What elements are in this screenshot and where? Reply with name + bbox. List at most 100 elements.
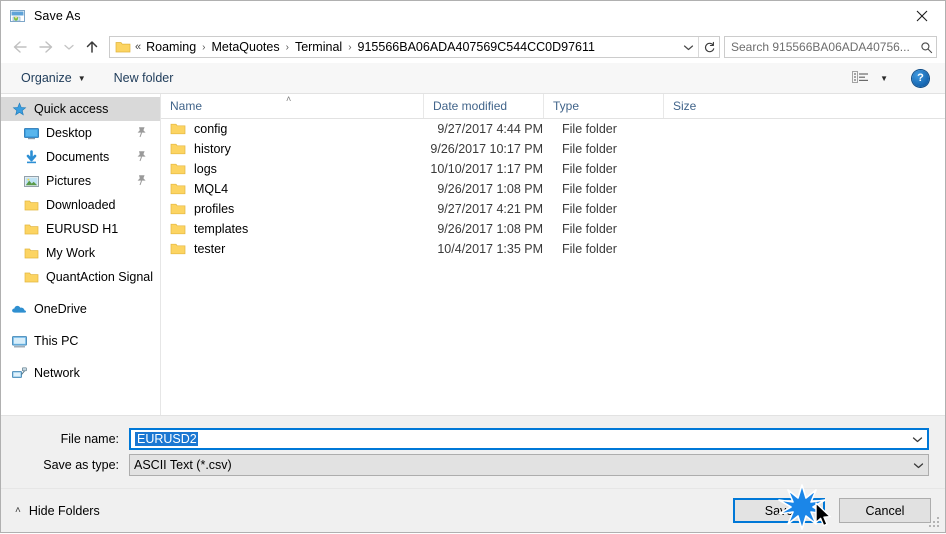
file-name-cell: config <box>161 122 423 136</box>
breadcrumb-overflow[interactable]: « <box>135 41 143 53</box>
file-name-label: File name: <box>60 432 119 446</box>
column-header-type[interactable]: Type <box>543 94 663 118</box>
pin-icon <box>136 174 148 188</box>
desktop-icon <box>23 125 39 141</box>
view-options-button[interactable]: ▼ <box>846 68 894 89</box>
file-name-cell: MQL4 <box>161 182 423 196</box>
column-header-label: Date modified <box>433 99 508 113</box>
breadcrumb-separator[interactable]: › <box>283 42 292 53</box>
sidebar-item-pictures[interactable]: Pictures <box>1 169 160 193</box>
column-header-name[interactable]: Name ˄ <box>161 94 423 118</box>
sidebar-item-label: OneDrive <box>34 302 87 316</box>
breadcrumb-item-instance[interactable]: 915566BA06ADA407569C544CC0D97611 <box>355 40 598 54</box>
navigation-pane: Quick access Desktop Documents Pictures … <box>1 94 161 415</box>
save-form: File name: EURUSD2 Save as type: ASCII T… <box>1 416 945 488</box>
file-type-cell: File folder <box>562 122 617 136</box>
dialog-footer: ˄ Hide Folders Save Cancel <box>1 488 945 532</box>
hide-folders-button[interactable]: ˄ Hide Folders <box>11 500 104 522</box>
table-row[interactable]: profiles 9/27/2017 4:21 PM File folder <box>161 199 945 219</box>
new-folder-button[interactable]: New folder <box>108 68 180 88</box>
save-as-type-label: Save as type: <box>43 458 119 472</box>
file-name-label: MQL4 <box>194 182 229 196</box>
file-name-row: File name: EURUSD2 <box>17 428 929 450</box>
table-row[interactable]: history 9/26/2017 10:17 PM File folder <box>161 139 945 159</box>
column-headers: Name ˄ Date modified Type Size <box>161 94 945 119</box>
save-as-dialog: Save As « Roaming › MetaQuotes › Termina… <box>0 0 946 533</box>
save-as-type-row: Save as type: ASCII Text (*.csv) <box>17 454 929 476</box>
table-row[interactable]: config 9/27/2017 4:44 PM File folder <box>161 119 945 139</box>
breadcrumb-item-terminal[interactable]: Terminal <box>292 40 345 54</box>
sidebar-item-onedrive[interactable]: OneDrive <box>1 297 160 321</box>
refresh-icon[interactable] <box>699 37 719 57</box>
sidebar-item-downloaded[interactable]: Downloaded <box>1 193 160 217</box>
sidebar-item-quick-access[interactable]: Quick access <box>1 97 160 121</box>
chevron-down-icon: ▼ <box>77 73 86 83</box>
file-name-input[interactable]: EURUSD2 <box>129 428 929 450</box>
folder-icon <box>170 142 186 156</box>
breadcrumb[interactable]: « Roaming › MetaQuotes › Terminal › 9155… <box>135 40 678 54</box>
file-list-pane: Name ˄ Date modified Type Size config 9/… <box>161 94 945 415</box>
sidebar-item-quantaction-signal[interactable]: QuantAction Signal <box>1 265 160 289</box>
close-icon[interactable] <box>899 1 945 31</box>
file-type-cell: File folder <box>562 182 617 196</box>
breadcrumb-separator[interactable]: › <box>199 42 208 53</box>
chevron-down-icon[interactable] <box>908 461 928 470</box>
address-bar[interactable]: « Roaming › MetaQuotes › Terminal › 9155… <box>109 36 720 58</box>
table-row[interactable]: templates 9/26/2017 1:08 PM File folder <box>161 219 945 239</box>
chevron-down-icon[interactable] <box>907 435 927 444</box>
file-name-label: templates <box>194 222 249 236</box>
sidebar-item-label: Pictures <box>46 174 92 188</box>
sidebar-item-this-pc[interactable]: This PC <box>1 329 160 353</box>
breadcrumb-item-roaming[interactable]: Roaming <box>143 40 199 54</box>
chevron-down-icon: ▼ <box>880 73 888 83</box>
sidebar-item-label: Documents <box>46 150 110 164</box>
file-type-cell: File folder <box>562 162 617 176</box>
pin-icon <box>136 150 148 164</box>
file-name-label: history <box>194 142 231 156</box>
save-as-type-select[interactable]: ASCII Text (*.csv) <box>129 454 929 476</box>
table-row[interactable]: MQL4 9/26/2017 1:08 PM File folder <box>161 179 945 199</box>
pin-icon <box>136 126 148 140</box>
magnifier-icon[interactable] <box>916 41 936 54</box>
table-row[interactable]: logs 10/10/2017 1:17 PM File folder <box>161 159 945 179</box>
column-header-label: Type <box>553 99 580 113</box>
search-box[interactable]: Search 915566BA06ADA40756... <box>724 36 937 58</box>
sidebar-item-label: Quick access <box>34 102 109 116</box>
search-input[interactable]: Search 915566BA06ADA40756... <box>725 40 916 54</box>
organize-button[interactable]: Organize ▼ <box>15 68 92 88</box>
up-button[interactable] <box>79 34 105 60</box>
save-as-type-value[interactable]: ASCII Text (*.csv) <box>130 458 908 472</box>
view-options-icon <box>852 70 870 87</box>
file-date-cell: 9/26/2017 1:08 PM <box>437 182 543 196</box>
file-date-cell: 10/10/2017 1:17 PM <box>430 162 543 176</box>
command-bar: Organize ▼ New folder ▼ ? <box>1 63 945 94</box>
file-date-cell: 9/27/2017 4:44 PM <box>437 122 543 136</box>
sidebar-item-my-work[interactable]: My Work <box>1 241 160 265</box>
sidebar-item-label: QuantAction Signal <box>46 270 154 284</box>
breadcrumb-item-metaquotes[interactable]: MetaQuotes <box>209 40 283 54</box>
save-button[interactable]: Save <box>733 498 825 523</box>
table-row[interactable]: tester 10/4/2017 1:35 PM File folder <box>161 239 945 259</box>
back-button[interactable] <box>7 34 33 60</box>
sidebar-item-label: Network <box>34 366 80 380</box>
recent-locations-button[interactable] <box>59 34 79 60</box>
dialog-body: Quick access Desktop Documents Pictures … <box>1 94 945 416</box>
breadcrumb-separator[interactable]: › <box>345 42 354 53</box>
file-name-value[interactable]: EURUSD2 <box>131 432 907 446</box>
column-header-date-modified[interactable]: Date modified <box>423 94 543 118</box>
help-button[interactable]: ? <box>912 69 929 87</box>
address-dropdown-icon[interactable] <box>678 37 698 57</box>
file-name-cell: tester <box>161 242 423 256</box>
sidebar-item-eurusd-h1[interactable]: EURUSD H1 <box>1 217 160 241</box>
resize-grip[interactable] <box>929 517 941 529</box>
column-header-size[interactable]: Size <box>663 94 743 118</box>
file-name-selected-text[interactable]: EURUSD2 <box>135 432 198 446</box>
sidebar-item-desktop[interactable]: Desktop <box>1 121 160 145</box>
cancel-button[interactable]: Cancel <box>839 498 931 523</box>
sidebar-item-documents[interactable]: Documents <box>1 145 160 169</box>
folder-icon <box>170 242 186 256</box>
forward-button[interactable] <box>33 34 59 60</box>
sidebar-item-network[interactable]: Network <box>1 361 160 385</box>
